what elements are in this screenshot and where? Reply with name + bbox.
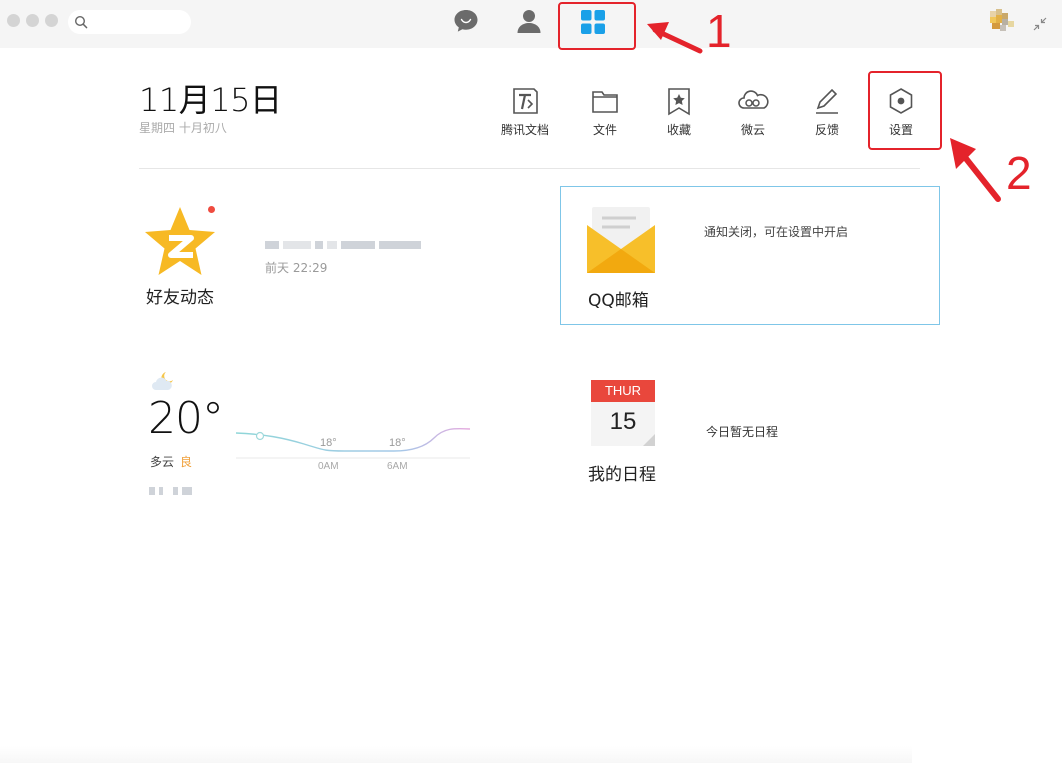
tool-favorites[interactable]: 收藏	[648, 84, 710, 138]
weiyun-cloud-icon	[738, 90, 769, 109]
lunar-date: 星期四 十月初八	[139, 121, 227, 135]
window-minimize-button[interactable]	[26, 14, 39, 27]
contacts-icon	[517, 10, 541, 33]
pencil-icon	[816, 88, 838, 114]
annotation-arrow-1-icon	[647, 22, 703, 54]
collapse-arrows-icon	[1033, 17, 1047, 31]
calendar-day: 15	[609, 408, 637, 435]
point-temp-0: 18°	[320, 437, 337, 449]
bookmark-star-icon	[668, 88, 690, 116]
tool-label: 文件	[592, 123, 617, 137]
temperature-line	[235, 427, 471, 452]
tool-label: 腾讯文档	[500, 123, 549, 137]
header-divider	[139, 168, 920, 169]
point-time-0: 0AM	[318, 461, 339, 472]
tool-label: 微云	[740, 123, 765, 137]
qq-mail-label: QQ邮箱	[588, 291, 649, 311]
feed-preview-blurred	[265, 234, 425, 253]
annotation-number-1: 1	[706, 5, 732, 57]
calendar-weekday: THUR	[604, 383, 642, 398]
tool-feedback[interactable]: 反馈	[796, 84, 858, 138]
nav-contacts-button[interactable]	[515, 6, 543, 40]
tool-weiyun[interactable]: 微云	[722, 84, 784, 138]
current-point	[255, 431, 265, 441]
weather-condition: 多云	[150, 455, 175, 469]
chat-icon	[454, 10, 478, 32]
avatar-image-icon	[990, 9, 1014, 31]
annotation-arrow-2-icon	[950, 138, 1001, 202]
tencent-docs-icon	[513, 88, 538, 114]
point-time-1: 6AM	[387, 461, 408, 472]
feed-time: 前天 22:29	[265, 261, 328, 275]
tool-label: 收藏	[666, 123, 691, 137]
qzone-star-icon	[145, 207, 215, 275]
tool-tencent-docs[interactable]: 腾讯文档	[494, 84, 556, 138]
calendar-card[interactable]: THUR 15	[591, 380, 655, 446]
search-icon	[74, 15, 88, 29]
schedule-label: 我的日程	[588, 465, 656, 485]
friend-feed-label: 好友动态	[146, 288, 214, 308]
temperature-trend-chart: 18° 18° 0AM 6AM	[235, 427, 471, 472]
avatar[interactable]	[988, 9, 1018, 35]
bottom-edge	[0, 746, 912, 763]
collapse-window-button[interactable]	[1033, 16, 1047, 35]
tool-label: 反馈	[814, 123, 839, 137]
folder-icon	[592, 91, 618, 113]
page-title-date: 11月15日	[139, 81, 282, 119]
window-zoom-button[interactable]	[45, 14, 58, 27]
envelope-icon	[587, 207, 655, 273]
temperature: 20°	[148, 393, 224, 444]
tool-files[interactable]: 文件	[574, 84, 636, 138]
unread-dot	[208, 206, 215, 213]
search-input[interactable]	[68, 10, 191, 34]
cloudy-night-icon	[152, 372, 173, 390]
schedule-note: 今日暂无日程	[706, 425, 779, 439]
weather-location-blurred	[149, 480, 196, 499]
air-quality: 良	[180, 455, 193, 469]
page-curl-icon	[643, 434, 655, 446]
annotation-box-apps	[558, 2, 636, 50]
friend-feed-card[interactable]	[143, 205, 217, 283]
window-close-button[interactable]	[7, 14, 20, 27]
mail-notice: 通知关闭，可在设置中开启	[704, 225, 849, 239]
annotation-number-2: 2	[1006, 147, 1032, 199]
mail-icon-wrap	[586, 205, 656, 279]
point-temp-1: 18°	[389, 437, 406, 449]
annotation-box-settings	[868, 71, 942, 150]
nav-chat-button[interactable]	[452, 6, 480, 40]
